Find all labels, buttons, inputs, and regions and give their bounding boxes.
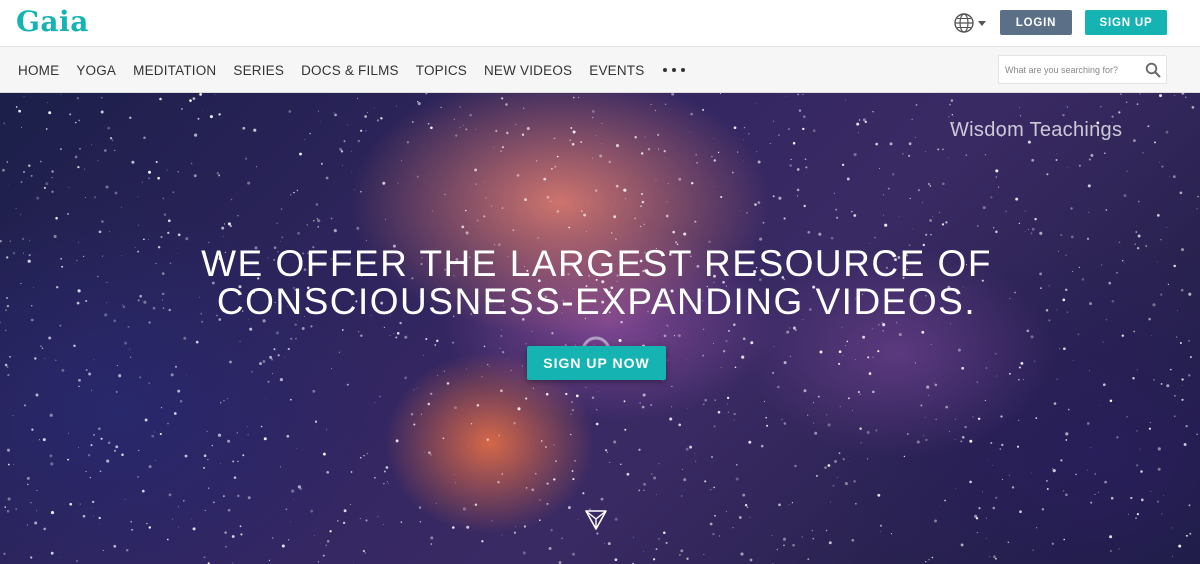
nav-item-meditation[interactable]: MEDITATION [133,63,216,78]
search-icon[interactable] [1145,62,1161,78]
top-header: Gaia LOGIN SIGN UP [0,0,1200,47]
more-dots-icon[interactable] [663,68,686,72]
signup-now-button[interactable]: SIGN UP NOW [527,346,666,380]
starfield-background [0,93,1199,564]
nav-menu: HOME YOGA MEDITATION SERIES DOCS & FILMS… [18,47,686,93]
nav-item-yoga[interactable]: YOGA [76,63,116,78]
search-input[interactable] [1005,56,1140,83]
hero-category-label: Wisdom Teachings [950,119,1123,141]
hero-banner: Wisdom Teachings WE OFFER THE LARGEST RE… [0,93,1200,564]
nav-item-home[interactable]: HOME [18,63,59,78]
nav-item-topics[interactable]: TOPICS [416,63,467,78]
language-selector[interactable] [953,12,989,34]
scroll-down-icon[interactable] [584,508,608,532]
main-navigation: HOME YOGA MEDITATION SERIES DOCS & FILMS… [0,47,1200,93]
nav-item-docs-films[interactable]: DOCS & FILMS [301,63,399,78]
globe-icon [953,12,975,34]
headline-line-2: CONSCIOUSNESS-EXPANDING VIDEOS. [216,281,977,322]
search-box [998,55,1167,84]
gaia-logo[interactable]: Gaia [16,5,89,38]
headline-line-1: WE OFFER THE LARGEST RESOURCE OF [201,243,992,284]
nav-item-series[interactable]: SERIES [233,63,284,78]
signup-button[interactable]: SIGN UP [1085,10,1167,35]
hero-headline: WE OFFER THE LARGEST RESOURCE OF CONSCIO… [0,245,1193,321]
login-button[interactable]: LOGIN [1000,10,1072,35]
nav-item-new-videos[interactable]: NEW VIDEOS [484,63,572,78]
chevron-down-icon [978,20,986,26]
nav-item-events[interactable]: EVENTS [589,63,644,78]
